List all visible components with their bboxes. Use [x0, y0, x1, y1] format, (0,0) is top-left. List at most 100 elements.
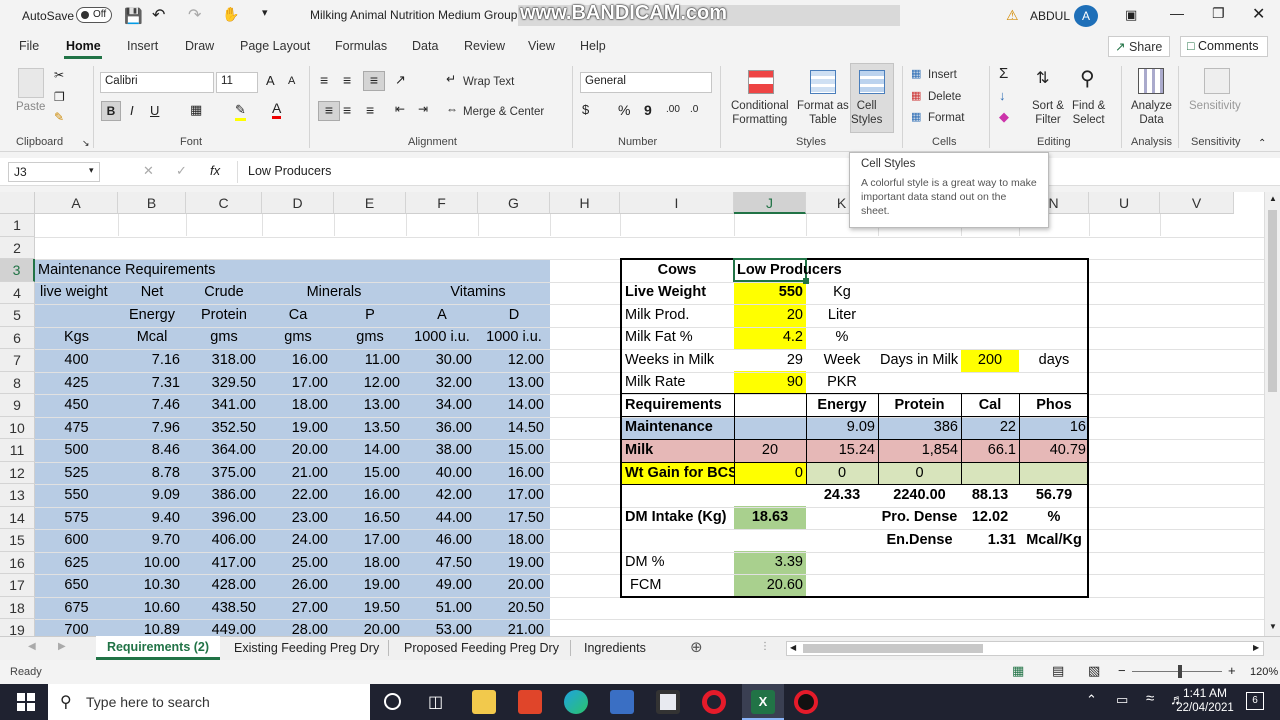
- row-header-9[interactable]: 9: [0, 394, 35, 417]
- italic-button[interactable]: I: [130, 103, 134, 118]
- zoom-level[interactable]: 120%: [1250, 666, 1278, 678]
- maint-energy-cell[interactable]: 7.46: [118, 394, 180, 417]
- maint-weight-cell[interactable]: 700: [35, 619, 118, 636]
- restore-icon[interactable]: ❐: [1212, 5, 1225, 22]
- format-as-table-button[interactable]: Format as Table: [797, 99, 849, 127]
- format-painter-icon[interactable]: ✎: [54, 110, 64, 124]
- total-energy[interactable]: 24.33: [806, 484, 878, 507]
- fill-icon[interactable]: ↓: [999, 88, 1006, 103]
- file-explorer-icon[interactable]: [472, 690, 496, 714]
- close-icon[interactable]: ✕: [1252, 4, 1265, 24]
- maint-protein-cell[interactable]: 386.00: [186, 484, 256, 507]
- confirm-entry-icon[interactable]: ✓: [176, 163, 187, 179]
- analyze-data-icon[interactable]: [1138, 68, 1164, 94]
- maint-protein-cell[interactable]: 396.00: [186, 507, 256, 530]
- comma-icon[interactable]: 9: [644, 102, 652, 118]
- dm-pct-value[interactable]: 3.39: [734, 551, 803, 574]
- increase-indent-icon[interactable]: ⇥: [418, 102, 428, 116]
- maint-energy-cell[interactable]: 8.46: [118, 439, 180, 462]
- increase-decimal-icon[interactable]: .00: [666, 104, 680, 115]
- bold-button[interactable]: B: [101, 101, 121, 121]
- row-header-2[interactable]: 2: [0, 236, 35, 259]
- decrease-decimal-icon[interactable]: .0: [690, 104, 698, 115]
- row-header-14[interactable]: 14: [0, 506, 35, 529]
- row-header-8[interactable]: 8: [0, 371, 35, 394]
- scroll-down-icon[interactable]: ▼: [1269, 622, 1277, 631]
- maint-energy-cell[interactable]: 9.09: [118, 484, 180, 507]
- store-icon[interactable]: [610, 690, 634, 714]
- maint-phos[interactable]: 16: [1019, 416, 1086, 439]
- fill-color-icon[interactable]: ✎: [235, 102, 246, 121]
- taskbar-search[interactable]: ⚲ Type here to search: [48, 684, 370, 720]
- zoom-in-icon[interactable]: +: [1228, 663, 1236, 678]
- maint-vit-a-cell[interactable]: 42.00: [406, 484, 472, 507]
- maint-ca-cell[interactable]: 26.00: [262, 574, 328, 597]
- sensitivity-icon[interactable]: [1204, 68, 1230, 94]
- total-protein[interactable]: 2240.00: [878, 484, 961, 507]
- column-header-h[interactable]: H: [550, 192, 620, 214]
- tab-page-layout[interactable]: Page Layout: [240, 39, 310, 53]
- percent-icon[interactable]: %: [618, 102, 630, 118]
- low-producers-cell[interactable]: Low Producers: [737, 259, 842, 282]
- tab-help[interactable]: Help: [580, 39, 606, 53]
- maint-energy-cell[interactable]: 10.00: [118, 552, 180, 575]
- maint-vit-d-cell[interactable]: 12.00: [478, 349, 544, 372]
- clipboard-launcher-icon[interactable]: ↘: [82, 138, 90, 149]
- merge-center-button[interactable]: Merge & Center: [463, 105, 544, 119]
- maint-energy-cell[interactable]: 7.31: [118, 372, 180, 395]
- bandicam-icon[interactable]: [794, 690, 818, 714]
- row-header-13[interactable]: 13: [0, 484, 35, 507]
- name-box[interactable]: J3 ▾: [8, 162, 100, 182]
- row-header-12[interactable]: 12: [0, 461, 35, 484]
- maint-p-cell[interactable]: 19.50: [334, 597, 400, 620]
- weeks-in-milk-value[interactable]: 29: [734, 349, 803, 372]
- maint-vit-a-cell[interactable]: 32.00: [406, 372, 472, 395]
- notifications-icon[interactable]: 6: [1246, 692, 1264, 710]
- maint-p-cell[interactable]: 17.00: [334, 529, 400, 552]
- days-in-milk-input[interactable]: 200: [961, 349, 1019, 372]
- maint-vit-a-cell[interactable]: 36.00: [406, 417, 472, 440]
- cortana-icon[interactable]: [384, 693, 401, 710]
- paste-icon[interactable]: [18, 68, 44, 98]
- insert-cells-icon[interactable]: ▦: [911, 67, 921, 80]
- sensitivity-button[interactable]: Sensitivity: [1189, 99, 1241, 113]
- milk-prod-input[interactable]: 20: [734, 304, 803, 327]
- tab-scroll-right-icon[interactable]: ▶: [58, 641, 66, 652]
- maint-protein-cell[interactable]: 406.00: [186, 529, 256, 552]
- maint-weight-cell[interactable]: 600: [35, 529, 118, 552]
- maint-p-cell[interactable]: 18.00: [334, 552, 400, 575]
- align-right-icon[interactable]: ≡: [366, 102, 374, 118]
- tab-review[interactable]: Review: [464, 39, 505, 53]
- find-select-icon[interactable]: ⚲: [1080, 66, 1095, 91]
- customize-toolbar-icon[interactable]: ▾: [262, 6, 268, 19]
- maint-protein-cell[interactable]: 438.50: [186, 597, 256, 620]
- cut-icon[interactable]: ✂: [54, 68, 64, 82]
- edge-icon[interactable]: [564, 690, 588, 714]
- sheet-tab-requirements-2[interactable]: Requirements (2): [96, 636, 220, 660]
- row-header-16[interactable]: 16: [0, 551, 35, 574]
- column-header-d[interactable]: D: [262, 192, 334, 214]
- avatar[interactable]: A: [1074, 5, 1098, 27]
- maint-vit-a-cell[interactable]: 46.00: [406, 529, 472, 552]
- tab-formulas[interactable]: Formulas: [335, 39, 387, 53]
- select-all-corner[interactable]: [0, 192, 35, 214]
- live-weight-input[interactable]: 550: [734, 281, 803, 304]
- row-header-4[interactable]: 4: [0, 281, 35, 304]
- maint-vit-d-cell[interactable]: 16.00: [478, 462, 544, 485]
- milk-rate-input[interactable]: 90: [734, 371, 803, 394]
- maint-p-cell[interactable]: 13.00: [334, 394, 400, 417]
- horizontal-scrollbar[interactable]: ◀ ▶: [786, 641, 1264, 656]
- maint-ca-cell[interactable]: 16.00: [262, 349, 328, 372]
- maint-protein-cell[interactable]: 417.00: [186, 552, 256, 575]
- maint-ca-cell[interactable]: 28.00: [262, 619, 328, 636]
- format-cells-button[interactable]: Format: [928, 111, 964, 125]
- cancel-entry-icon[interactable]: ✕: [143, 163, 154, 179]
- sheet-tab-ingredients[interactable]: Ingredients: [584, 641, 646, 655]
- maint-energy-cell[interactable]: 7.16: [118, 349, 180, 372]
- maint-vit-a-cell[interactable]: 53.00: [406, 619, 472, 636]
- zoom-slider-thumb[interactable]: [1178, 665, 1182, 678]
- paste-button[interactable]: Paste: [16, 100, 45, 114]
- total-cal[interactable]: 88.13: [961, 484, 1019, 507]
- maint-protein-cell[interactable]: 364.00: [186, 439, 256, 462]
- minimize-icon[interactable]: —: [1170, 5, 1184, 21]
